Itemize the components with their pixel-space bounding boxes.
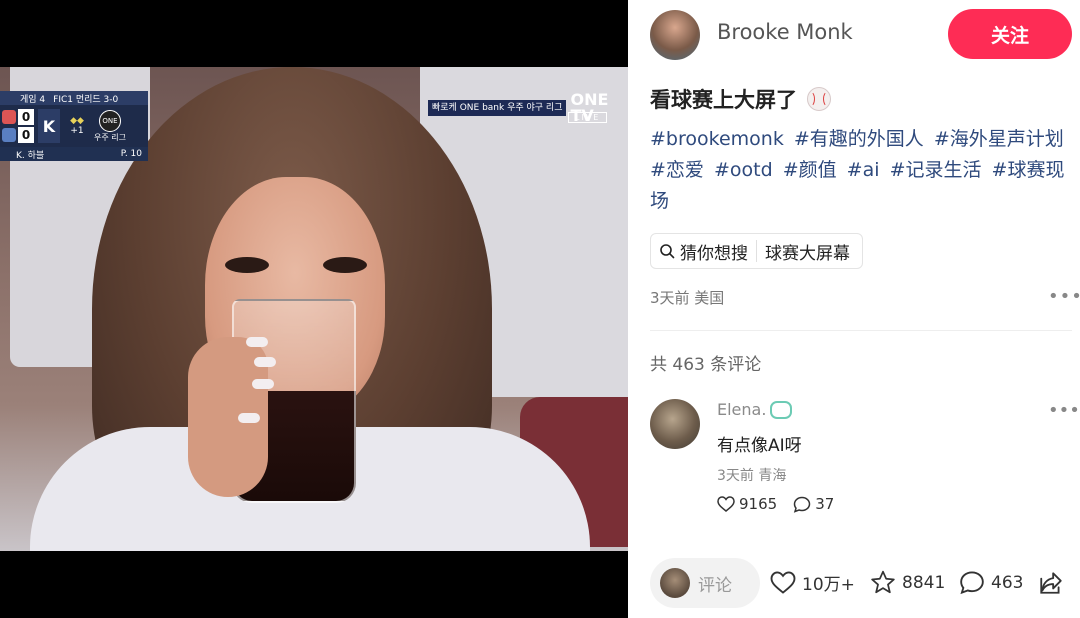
pitch-count: P. 10 <box>120 149 142 159</box>
divider <box>650 330 1072 331</box>
commenter-name-row[interactable]: Elena. <box>717 400 793 419</box>
hashtag[interactable]: #ootd <box>714 159 773 181</box>
comment-like-count: 9165 <box>739 495 778 513</box>
hashtag[interactable]: #记录生活 <box>890 159 982 181</box>
share-button[interactable] <box>1038 570 1064 596</box>
comment-bubble-icon <box>793 496 811 513</box>
eye <box>323 257 367 273</box>
comment-button[interactable]: 463 <box>959 570 1023 595</box>
live-badge: LIVE <box>568 112 608 123</box>
share-icon <box>1040 572 1062 594</box>
like-count: 10万+ <box>802 575 855 595</box>
network-logo-icon: ONE <box>98 109 121 132</box>
scoreboard-top: 게임 4 FIC1 먼리드 3-0 <box>0 91 148 105</box>
scoreboard-overlay: 게임 4 FIC1 먼리드 3-0 0 0 K ◆◆ +1 ONE 우주 리그 … <box>0 91 148 161</box>
post-title: 看球赛上大屏了 <box>650 84 831 114</box>
comment-reply-button[interactable]: 37 <box>793 495 834 513</box>
bases-diamond-icon: ◆◆ +1 <box>70 116 84 136</box>
team-logo-icon <box>2 110 16 124</box>
hashtag[interactable]: #恋爱 <box>650 159 704 181</box>
series-label: FIC1 먼리드 3-0 <box>53 94 119 105</box>
hashtag[interactable]: #ai <box>847 159 880 181</box>
favorite-count: 8841 <box>902 572 946 593</box>
comment-reply-count: 37 <box>815 495 835 513</box>
hashtag[interactable]: #海外星声计划 <box>934 128 1064 150</box>
comment-input-placeholder[interactable]: 评论 <box>698 571 732 596</box>
like-button[interactable]: 10万+ <box>770 570 855 595</box>
author-name[interactable]: Brooke Monk <box>717 20 853 44</box>
team-logo-icon <box>2 128 16 142</box>
hashtag[interactable]: #有趣的外国人 <box>794 128 924 150</box>
batter-name: K. 하블 <box>16 150 45 161</box>
comment-bubble-icon <box>960 571 984 595</box>
scoreboard-bottom: K. 하블 P. 10 <box>0 147 148 161</box>
video-player[interactable]: 게임 4 FIC1 먼리드 3-0 0 0 K ◆◆ +1 ONE 우주 리그 … <box>0 0 628 618</box>
suggested-search-label: 猜你想搜 <box>680 243 748 264</box>
more-options-icon[interactable]: ••• <box>1048 286 1080 307</box>
comment-text: 有点像AI呀 <box>717 436 802 456</box>
comment-more-icon[interactable]: ••• <box>1048 400 1080 421</box>
hashtag[interactable]: #颜值 <box>783 159 837 181</box>
suggested-search-term[interactable]: 球赛大屏幕 <box>757 239 862 264</box>
search-icon <box>660 244 675 259</box>
commenter-avatar[interactable] <box>650 399 700 449</box>
baseball-icon <box>807 87 831 111</box>
badge-icon <box>770 400 793 419</box>
bottom-action-bar: 评论 10万+ 8841 463 <box>628 558 1080 610</box>
hashtag[interactable]: #brookemonk <box>650 128 784 150</box>
game-label: 게임 4 <box>20 94 46 105</box>
comment-actions: 9165 37 <box>717 495 834 513</box>
commenter-name[interactable]: Elena. <box>717 400 766 419</box>
my-avatar <box>660 568 690 598</box>
suggested-search-label-group: 猜你想搜 <box>651 240 757 264</box>
fingernail <box>246 337 268 347</box>
heart-icon <box>770 571 796 594</box>
fingernail <box>238 413 260 423</box>
team-score: 0 <box>18 109 34 125</box>
detail-panel: Brooke Monk 关注 看球赛上大屏了 #brookemonk #有趣的外… <box>628 0 1080 618</box>
post-meta: 3天前 美国 <box>650 289 725 307</box>
favorite-button[interactable]: 8841 <box>870 570 945 595</box>
follow-button[interactable]: 关注 <box>948 9 1072 59</box>
hashtag-list: #brookemonk #有趣的外国人 #海外星声计划 #恋爱 #ootd #颜… <box>650 124 1068 217</box>
network-label: 우주 리그 <box>94 132 126 142</box>
broadcast-ticker: 빠로케 ONE bank 우주 야구 리그 <box>428 100 567 116</box>
broadcast-overlay: 빠로케 ONE bank 우주 야구 리그 ONE TV LIVE <box>428 92 628 124</box>
comment-meta: 3天前 青海 <box>717 468 787 484</box>
scoreboard-main: 0 0 K ◆◆ +1 ONE 우주 리그 <box>0 105 148 147</box>
star-icon <box>871 570 895 594</box>
comment-count-bottom: 463 <box>991 572 1024 593</box>
comment-input[interactable]: 评论 <box>650 558 760 608</box>
comment-count: 共 463 条评论 <box>650 355 762 375</box>
suggested-search[interactable]: 猜你想搜 球赛大屏幕 <box>650 233 863 269</box>
author-avatar[interactable] <box>650 10 700 60</box>
eye <box>225 257 269 273</box>
hand <box>188 337 276 497</box>
fingernail <box>252 379 274 389</box>
heart-icon <box>717 496 735 512</box>
comment-like-button[interactable]: 9165 <box>717 495 777 513</box>
outs-count: +1 <box>70 126 84 136</box>
strike-indicator: K <box>38 109 60 143</box>
team-score: 0 <box>18 127 34 143</box>
post-title-text: 看球赛上大屏了 <box>650 88 797 112</box>
fingernail <box>254 357 276 367</box>
